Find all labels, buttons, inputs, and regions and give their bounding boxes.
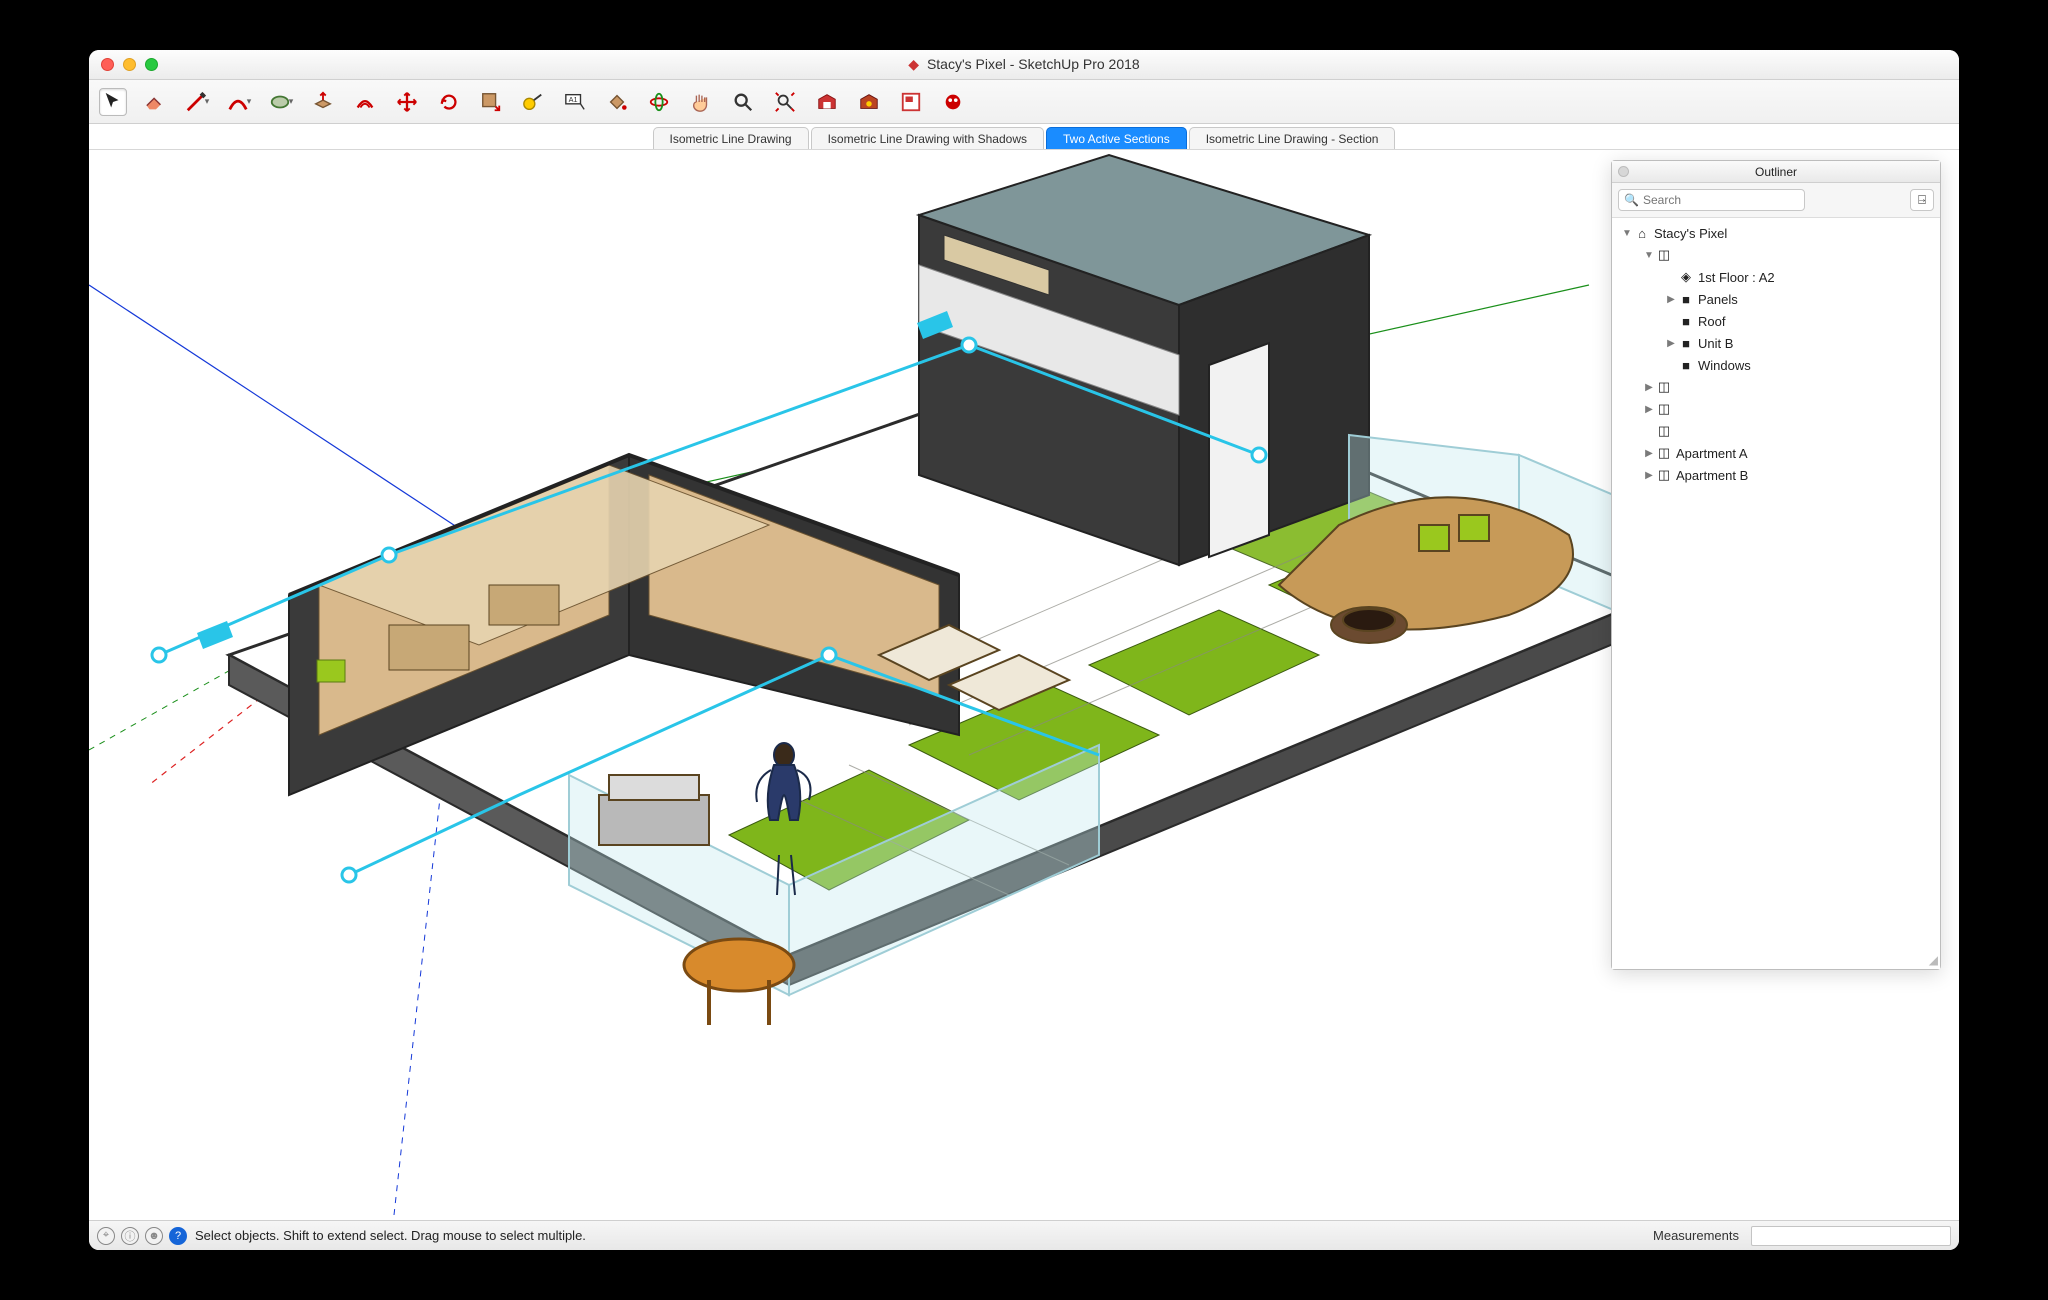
orbit-tool[interactable] — [645, 88, 673, 116]
status-hint: Select objects. Shift to extend select. … — [195, 1228, 1645, 1243]
maximize-window-button[interactable] — [145, 58, 158, 71]
app-window: ◆ Stacy's Pixel - SketchUp Pro 2018 ▾ ▾ ▾ A… — [89, 50, 1959, 1250]
disclosure-triangle-icon[interactable]: ▶ — [1642, 448, 1656, 459]
pushpull-tool[interactable] — [309, 88, 337, 116]
pan-tool[interactable] — [687, 88, 715, 116]
tape-measure-tool[interactable] — [519, 88, 547, 116]
outliner-row-label: Apartment B — [1676, 468, 1748, 483]
outliner-search-row: 🔍 ⍈ — [1612, 183, 1940, 218]
paint-bucket-tool[interactable] — [603, 88, 631, 116]
disclosure-triangle-icon[interactable]: ▶ — [1642, 404, 1656, 415]
component-icon: ◫ — [1656, 401, 1672, 417]
outliner-row[interactable]: ▶◫ Apartment B — [1614, 464, 1938, 486]
scene-tab[interactable]: Isometric Line Drawing with Shadows — [811, 127, 1044, 149]
disclosure-triangle-icon[interactable]: ▼ — [1642, 250, 1656, 261]
viewport[interactable]: Outliner 🔍 ⍈ ▼⌂Stacy's Pixel▼◫◈1st Floor… — [89, 150, 1959, 1220]
outliner-title-text: Outliner — [1755, 165, 1797, 179]
line-tool[interactable]: ▾ — [183, 88, 211, 116]
disclosure-triangle-icon[interactable]: ▼ — [1620, 228, 1634, 239]
credits-icon[interactable]: ⓘ — [121, 1227, 139, 1245]
scene-tab[interactable]: Isometric Line Drawing — [653, 127, 809, 149]
offset-tool[interactable] — [351, 88, 379, 116]
outliner-row-label: Unit B — [1698, 336, 1733, 351]
extensions-tool[interactable] — [939, 88, 967, 116]
panel-close-button[interactable] — [1618, 166, 1629, 177]
outliner-row[interactable]: ▶◫ — [1614, 376, 1938, 398]
status-icons: ⌖ ⓘ ☻ ? — [97, 1227, 187, 1245]
window-controls — [89, 58, 158, 71]
zoom-tool[interactable] — [729, 88, 757, 116]
select-tool[interactable] — [99, 88, 127, 116]
window-title: ◆ Stacy's Pixel - SketchUp Pro 2018 — [89, 56, 1959, 73]
outliner-tree[interactable]: ▼⌂Stacy's Pixel▼◫◈1st Floor : A2▶■Panels… — [1612, 218, 1940, 969]
component-icon: ◫ — [1656, 445, 1672, 461]
outliner-row[interactable]: ▶■ Panels — [1614, 288, 1938, 310]
outliner-row-label: Stacy's Pixel — [1654, 226, 1727, 241]
section-icon: ◈ — [1678, 269, 1694, 285]
outliner-row-label: Panels — [1698, 292, 1738, 307]
extension-warehouse-tool[interactable] — [855, 88, 883, 116]
layout-tool[interactable] — [897, 88, 925, 116]
group-icon: ■ — [1678, 336, 1694, 351]
arc-tool[interactable]: ▾ — [225, 88, 253, 116]
outliner-row[interactable]: ■ Windows — [1614, 354, 1938, 376]
model-icon: ⌂ — [1634, 226, 1650, 241]
scale-tool[interactable] — [477, 88, 505, 116]
document-icon: ◆ — [908, 56, 919, 72]
component-icon: ◫ — [1656, 467, 1672, 483]
3d-warehouse-tool[interactable] — [813, 88, 841, 116]
component-icon: ◫ — [1656, 379, 1672, 395]
status-bar: ⌖ ⓘ ☻ ? Select objects. Shift to extend … — [89, 1220, 1959, 1250]
help-icon[interactable]: ? — [169, 1227, 187, 1245]
panel-resize-grip[interactable]: ◢ — [1929, 953, 1938, 967]
outliner-row-label: Roof — [1698, 314, 1725, 329]
disclosure-triangle-icon[interactable]: ▶ — [1664, 338, 1678, 349]
measurements-input[interactable] — [1751, 1226, 1951, 1246]
rotate-tool[interactable] — [435, 88, 463, 116]
titlebar: ◆ Stacy's Pixel - SketchUp Pro 2018 — [89, 50, 1959, 80]
minimize-window-button[interactable] — [123, 58, 136, 71]
group-icon: ■ — [1678, 314, 1694, 329]
outliner-titlebar[interactable]: Outliner — [1612, 161, 1940, 183]
outliner-row[interactable]: ■ Roof — [1614, 310, 1938, 332]
close-window-button[interactable] — [101, 58, 114, 71]
scene-tab[interactable]: Isometric Line Drawing - Section — [1189, 127, 1396, 149]
outliner-search-input[interactable] — [1618, 189, 1805, 211]
component-icon: ◫ — [1656, 423, 1672, 439]
window-title-text: Stacy's Pixel - SketchUp Pro 2018 — [927, 56, 1140, 72]
outliner-row[interactable]: ▼⌂ Stacy's Pixel — [1614, 222, 1938, 244]
outliner-row[interactable]: ▶◫ — [1614, 398, 1938, 420]
user-icon[interactable]: ☻ — [145, 1227, 163, 1245]
main-toolbar: ▾ ▾ ▾ A1 — [89, 80, 1959, 124]
move-tool[interactable] — [393, 88, 421, 116]
outliner-row[interactable]: ◈ 1st Floor : A2 — [1614, 266, 1938, 288]
disclosure-triangle-icon[interactable]: ▶ — [1664, 294, 1678, 305]
zoom-extents-tool[interactable] — [771, 88, 799, 116]
outliner-row[interactable]: ◫ — [1614, 420, 1938, 442]
group-icon: ■ — [1678, 358, 1694, 373]
geolocation-icon[interactable]: ⌖ — [97, 1227, 115, 1245]
outliner-row[interactable]: ▶■ Unit B — [1614, 332, 1938, 354]
svg-text:A1: A1 — [569, 95, 578, 104]
outliner-row[interactable]: ▶◫ Apartment A — [1614, 442, 1938, 464]
disclosure-triangle-icon[interactable]: ▶ — [1642, 470, 1656, 481]
component-icon: ◫ — [1656, 247, 1672, 263]
scene-tab[interactable]: Two Active Sections — [1046, 127, 1187, 149]
outliner-panel[interactable]: Outliner 🔍 ⍈ ▼⌂Stacy's Pixel▼◫◈1st Floor… — [1611, 160, 1941, 970]
outliner-row-label: Apartment A — [1676, 446, 1748, 461]
outliner-details-button[interactable]: ⍈ — [1910, 189, 1934, 211]
outliner-row[interactable]: ▼◫ — [1614, 244, 1938, 266]
shape-tool[interactable]: ▾ — [267, 88, 295, 116]
outliner-row-label: 1st Floor : A2 — [1698, 270, 1775, 285]
eraser-tool[interactable] — [141, 88, 169, 116]
measurements-label: Measurements — [1653, 1228, 1739, 1243]
outliner-row-label: Windows — [1698, 358, 1751, 373]
text-tool[interactable]: A1 — [561, 88, 589, 116]
scene-tabs: Isometric Line DrawingIsometric Line Dra… — [89, 124, 1959, 150]
search-icon: 🔍 — [1624, 193, 1639, 207]
disclosure-triangle-icon[interactable]: ▶ — [1642, 382, 1656, 393]
group-icon: ■ — [1678, 292, 1694, 307]
